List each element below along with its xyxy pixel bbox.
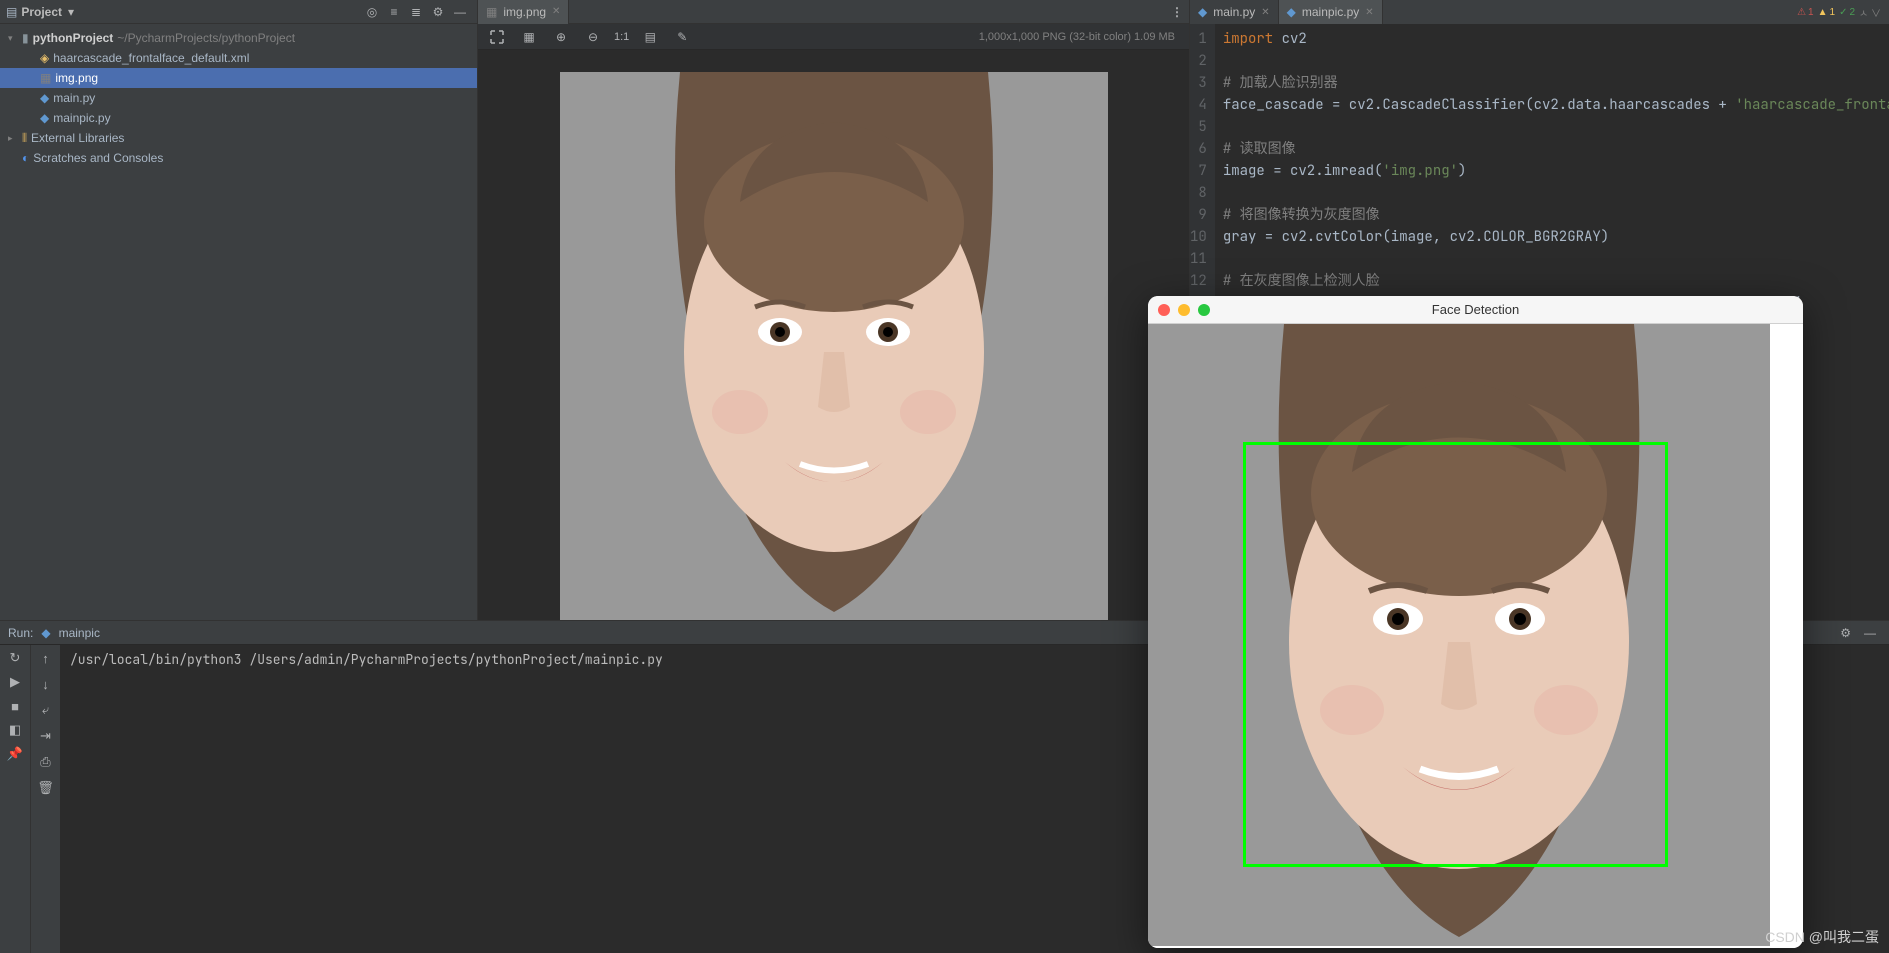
settings-icon[interactable]: ⚙: [427, 1, 449, 23]
scratches-icon: ◐: [22, 151, 29, 165]
run-label: Run:: [8, 626, 33, 640]
locate-icon[interactable]: ◎: [361, 1, 383, 23]
tab-label: main.py: [1213, 5, 1255, 19]
pin-icon[interactable]: 📌: [6, 745, 24, 763]
tab-label: img.png: [503, 5, 546, 19]
background-icon[interactable]: ▤: [639, 26, 661, 48]
xml-file-icon: ◈: [40, 51, 49, 65]
clear-icon[interactable]: 🗑: [37, 779, 55, 797]
run-gutter-primary: ↻ ▶ ■ ◧ 📌: [0, 645, 30, 953]
python-file-icon: ◆: [41, 626, 50, 640]
popup-body: [1148, 324, 1803, 948]
hide-icon[interactable]: —: [1859, 622, 1881, 644]
zoom-in-icon[interactable]: ⊕: [550, 26, 572, 48]
folder-icon: ▮: [22, 31, 29, 45]
file-name: mainpic.py: [53, 111, 110, 125]
project-tree: ▾ ▮ pythonProject ~/PycharmProjects/pyth…: [0, 24, 477, 172]
chevron-down-icon: ▾: [8, 33, 18, 44]
inspection-status[interactable]: ⚠ 1 ▲ 1 ✓ 2 ㅅ ∨: [1797, 5, 1889, 20]
code-tabs: ◆ main.py ✕ ◆ mainpic.py ✕ ⚠ 1 ▲ 1 ✓ 2 ㅅ…: [1190, 0, 1889, 24]
tab-overflow-icon[interactable]: ⋮: [1171, 5, 1183, 19]
project-header: ▤ Project ▾ ◎ ≡ ≣ ⚙ —: [0, 0, 477, 24]
ext-libs-label: External Libraries: [31, 131, 124, 145]
run-icon[interactable]: ▶: [6, 673, 24, 691]
file-name: haarcascade_frontalface_default.xml: [53, 51, 249, 65]
print-icon[interactable]: ⎙: [37, 753, 55, 771]
image-toolbar: ▦ ⊕ ⊖ 1:1 ▤ ✎ 1,000x1,000 PNG (32-bit co…: [478, 24, 1189, 50]
close-icon[interactable]: ✕: [1365, 7, 1373, 18]
image-info: 1,000x1,000 PNG (32-bit color) 1.09 MB: [979, 31, 1175, 43]
image-editor: ▦ img.png ✕ ⋮ ▦ ⊕ ⊖ 1:1 ▤ ✎ 1,000x1,000 …: [478, 0, 1189, 620]
grid-icon[interactable]: ▦: [518, 26, 540, 48]
editor-tabs: ▦ img.png ✕ ⋮: [478, 0, 1189, 24]
project-dropdown-icon[interactable]: ▾: [68, 5, 74, 19]
chevron-right-icon: ▸: [8, 133, 18, 144]
tab-img-png[interactable]: ▦ img.png ✕: [478, 0, 569, 24]
hide-icon[interactable]: —: [449, 1, 471, 23]
popup-titlebar[interactable]: Face Detection: [1148, 296, 1803, 324]
file-name: img.png: [55, 71, 98, 85]
eyedropper-icon[interactable]: ✎: [671, 26, 693, 48]
project-tool-window: ▤ Project ▾ ◎ ≡ ≣ ⚙ — ▾ ▮ pythonProject …: [0, 0, 478, 620]
scroll-end-icon[interactable]: ⇥: [37, 727, 55, 745]
root-path: ~/PycharmProjects/pythonProject: [117, 31, 295, 45]
stop-icon[interactable]: ■: [6, 697, 24, 715]
file-mainpic-py[interactable]: ◆ mainpic.py: [0, 108, 477, 128]
fit-icon[interactable]: [486, 26, 508, 48]
popup-title: Face Detection: [1148, 302, 1803, 317]
python-file-icon: ◆: [1287, 5, 1296, 19]
watermark: CSDN @叫我二蛋: [1765, 927, 1879, 947]
run-settings-icon[interactable]: ⚙: [1840, 626, 1851, 640]
down-icon[interactable]: ↓: [37, 675, 55, 693]
close-icon[interactable]: ✕: [552, 6, 560, 17]
scratches-label: Scratches and Consoles: [33, 151, 163, 165]
detection-output-image: [1148, 324, 1770, 946]
detection-bounding-box: [1243, 442, 1668, 867]
close-icon[interactable]: ✕: [1261, 7, 1269, 18]
file-name: main.py: [53, 91, 95, 105]
tab-mainpic-py[interactable]: ◆ mainpic.py ✕: [1279, 0, 1383, 24]
root-name: pythonProject: [33, 31, 114, 45]
up-icon[interactable]: ↑: [37, 649, 55, 667]
expand-all-icon[interactable]: ≡: [383, 1, 405, 23]
external-libraries[interactable]: ▸ ⫴ External Libraries: [0, 128, 477, 148]
image-file-icon: ▦: [486, 5, 497, 19]
layout-icon[interactable]: ◧: [6, 721, 24, 739]
image-viewer[interactable]: [478, 50, 1189, 620]
file-img-png[interactable]: ▦ img.png: [0, 68, 477, 88]
zoom-label: 1:1: [614, 31, 629, 43]
displayed-image: [560, 72, 1108, 620]
scratches[interactable]: ◐ Scratches and Consoles: [0, 148, 477, 168]
soft-wrap-icon[interactable]: ⤶: [37, 701, 55, 719]
py-file-icon: ◆: [40, 111, 49, 125]
project-root[interactable]: ▾ ▮ pythonProject ~/PycharmProjects/pyth…: [0, 28, 477, 48]
img-file-icon: ▦: [40, 71, 51, 85]
run-gutter-secondary: ↑ ↓ ⤶ ⇥ ⎙ 🗑: [30, 645, 60, 953]
folder-icon: ▤: [6, 5, 17, 19]
collapse-all-icon[interactable]: ≣: [405, 1, 427, 23]
run-config-name: mainpic: [59, 626, 100, 640]
project-title: Project: [21, 5, 62, 19]
face-detection-window[interactable]: Face Detection: [1148, 296, 1803, 948]
rerun-icon[interactable]: ↻: [6, 649, 24, 667]
zoom-out-icon[interactable]: ⊖: [582, 26, 604, 48]
python-file-icon: ◆: [1198, 5, 1207, 19]
py-file-icon: ◆: [40, 91, 49, 105]
tab-main-py[interactable]: ◆ main.py ✕: [1190, 0, 1279, 24]
file-haarcascade_frontalface_default-xml[interactable]: ◈ haarcascade_frontalface_default.xml: [0, 48, 477, 68]
library-icon: ⫴: [22, 131, 27, 146]
file-main-py[interactable]: ◆ main.py: [0, 88, 477, 108]
tab-label: mainpic.py: [1302, 5, 1359, 19]
